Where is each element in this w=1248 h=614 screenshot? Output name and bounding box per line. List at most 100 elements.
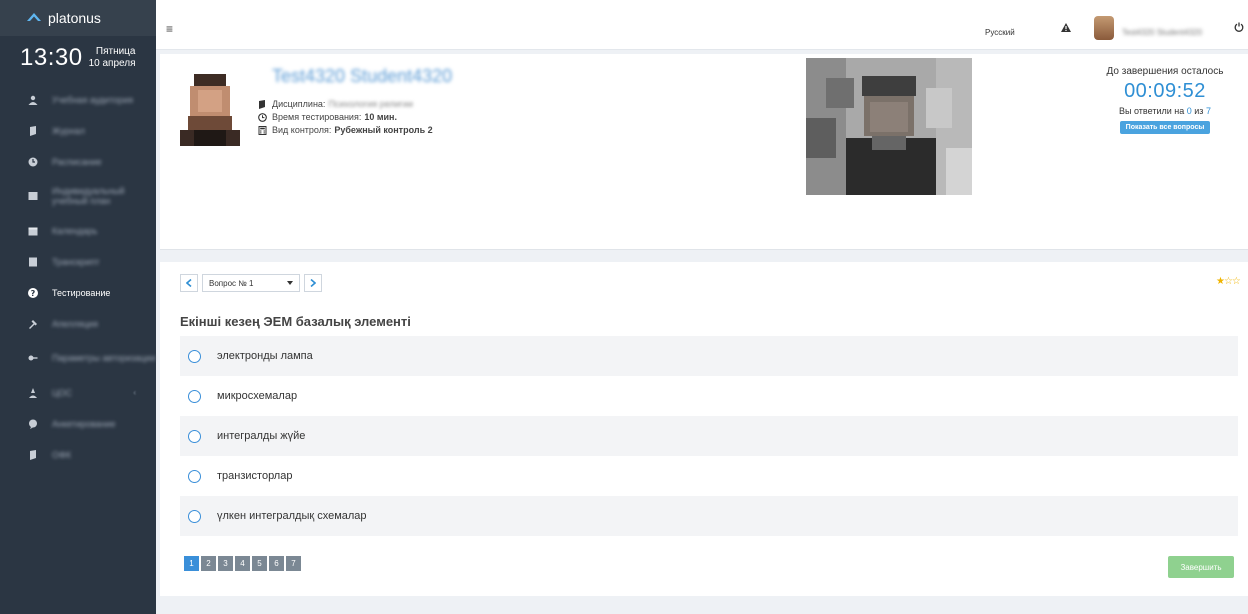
question-panel: Вопрос № 1 ★☆☆ Екінші кезең ЭЕМ базалық … bbox=[160, 262, 1248, 596]
control-type-row: Вид контроля: Рубежный контроль 2 bbox=[258, 124, 433, 137]
sidebar-item-ofk[interactable]: ОФК bbox=[0, 439, 156, 470]
brand-logo[interactable]: platonus bbox=[0, 0, 156, 36]
caret-down-icon bbox=[287, 281, 293, 285]
language-selector[interactable]: Русский bbox=[985, 28, 1015, 37]
clock-weekday: Пятница bbox=[95, 46, 136, 57]
page-button-6[interactable]: 6 bbox=[269, 556, 284, 571]
svg-text:?: ? bbox=[31, 289, 36, 298]
sidebar-item-transcript[interactable]: Транскрипт bbox=[0, 246, 156, 277]
finish-button[interactable]: Завершить bbox=[1168, 556, 1234, 578]
page-button-1[interactable]: 1 bbox=[184, 556, 199, 571]
question-select-value: Вопрос № 1 bbox=[209, 278, 254, 288]
discipline-label: Дисциплина: bbox=[272, 99, 326, 109]
sidebar-item-testing[interactable]: ? Тестирование bbox=[0, 277, 156, 308]
users-icon bbox=[28, 95, 38, 105]
answer-option[interactable]: электронды лампа bbox=[180, 336, 1238, 376]
file-icon bbox=[30, 449, 36, 460]
chevron-left-icon bbox=[186, 279, 192, 287]
answer-text: интегралды жүйе bbox=[217, 430, 306, 442]
answer-text: үлкен интегралдық схемалар bbox=[217, 510, 367, 522]
answered-prefix: Вы ответили на bbox=[1119, 106, 1185, 116]
test-time-value: 10 мин. bbox=[364, 112, 397, 122]
answer-option[interactable]: транзисторлар bbox=[180, 456, 1238, 496]
difficulty-stars: ★☆☆ bbox=[1216, 276, 1241, 287]
discipline-value: Психология религии bbox=[328, 99, 414, 109]
warning-icon[interactable] bbox=[1061, 23, 1071, 32]
top-bar: ≡ Русский Test4320 Student4320 bbox=[156, 0, 1248, 50]
user-avatar[interactable] bbox=[1094, 16, 1114, 40]
user-name[interactable]: Test4320 Student4320 bbox=[1122, 28, 1202, 37]
clock-day: 10 апреля bbox=[88, 58, 136, 69]
sidebar-item-dl[interactable]: ЦОС ‹ bbox=[0, 377, 156, 408]
user-icon bbox=[29, 387, 37, 398]
question-pager: 1 2 3 4 5 6 7 bbox=[184, 556, 303, 571]
sidebar: platonus 13:30 Пятница 10 апреля Учебная… bbox=[0, 0, 156, 614]
sidebar-nav: Учебная аудитория Журнал Расписание Инди… bbox=[0, 84, 156, 470]
answer-list: электронды лампа микросхемалар интегралд… bbox=[180, 336, 1238, 536]
show-all-questions-button[interactable]: Показать все вопросы bbox=[1119, 121, 1211, 134]
page-button-2[interactable]: 2 bbox=[201, 556, 216, 571]
discipline-row: Дисциплина: Психология религии bbox=[258, 98, 433, 111]
clock-date: Пятница 10 апреля bbox=[89, 46, 136, 70]
radio-button[interactable] bbox=[188, 509, 201, 523]
timer-panel: До завершения осталось 00:09:52 Вы ответ… bbox=[1090, 66, 1240, 134]
countdown-timer: 00:09:52 bbox=[1124, 80, 1206, 102]
page-button-4[interactable]: 4 bbox=[235, 556, 250, 571]
sidebar-item-survey[interactable]: Анкетирование bbox=[0, 408, 156, 439]
answered-sep: из bbox=[1194, 106, 1204, 116]
radio-button[interactable] bbox=[188, 429, 201, 443]
page-button-7[interactable]: 7 bbox=[286, 556, 301, 571]
answer-option[interactable]: үлкен интегралдық схемалар bbox=[180, 496, 1238, 536]
question-title: Екінші кезең ЭЕМ базалық элементі bbox=[180, 314, 411, 329]
answered-count: 0 bbox=[1186, 106, 1192, 116]
test-time-row: Время тестирования: 10 мин. bbox=[258, 111, 433, 124]
sidebar-item-calendar[interactable]: Календарь bbox=[0, 215, 156, 246]
radio-button[interactable] bbox=[188, 469, 201, 483]
sidebar-item-journal[interactable]: Журнал bbox=[0, 115, 156, 146]
clock-icon bbox=[28, 157, 38, 166]
calculator-icon bbox=[258, 126, 267, 135]
radio-button[interactable] bbox=[188, 389, 201, 403]
clock-time: 13:30 bbox=[20, 44, 83, 71]
sidebar-item-classroom[interactable]: Учебная аудитория bbox=[0, 84, 156, 115]
chevron-left-icon: ‹ bbox=[133, 388, 136, 397]
list-icon bbox=[28, 192, 38, 200]
logo-icon bbox=[27, 13, 41, 21]
clock-widget: 13:30 Пятница 10 апреля bbox=[0, 36, 156, 80]
menu-toggle-icon[interactable]: ≡ bbox=[166, 22, 173, 36]
sidebar-item-study-plan[interactable]: Индивидуальный учебный план bbox=[0, 177, 156, 215]
sidebar-item-schedule[interactable]: Расписание bbox=[0, 146, 156, 177]
sidebar-item-appeal[interactable]: Апелляция bbox=[0, 308, 156, 339]
chevron-right-icon bbox=[310, 279, 316, 287]
timer-label: До завершения осталось bbox=[1106, 66, 1224, 77]
power-icon[interactable] bbox=[1234, 22, 1244, 32]
document-icon bbox=[29, 257, 37, 266]
calendar-icon bbox=[28, 227, 38, 235]
answer-option[interactable]: микросхемалар bbox=[180, 376, 1238, 416]
clock-icon bbox=[258, 113, 267, 122]
sidebar-item-auth-settings[interactable]: Параметры авторизации bbox=[0, 339, 156, 377]
radio-button[interactable] bbox=[188, 349, 201, 363]
webcam-preview bbox=[806, 58, 972, 195]
control-type-value: Рубежный контроль 2 bbox=[334, 125, 433, 135]
book-icon bbox=[30, 125, 36, 136]
test-info-panel: Test4320 Student4320 Дисциплина: Психоло… bbox=[160, 54, 1248, 250]
answer-text: электронды лампа bbox=[217, 350, 313, 362]
previous-question-button[interactable] bbox=[180, 274, 198, 292]
book-icon bbox=[259, 100, 265, 109]
student-photo bbox=[180, 68, 240, 146]
answer-text: транзисторлар bbox=[217, 470, 293, 482]
next-question-button[interactable] bbox=[304, 274, 322, 292]
question-select[interactable]: Вопрос № 1 bbox=[202, 274, 300, 292]
control-type-label: Вид контроля: bbox=[272, 125, 332, 135]
test-details: Дисциплина: Психология религии Время тес… bbox=[258, 98, 433, 137]
page-button-3[interactable]: 3 bbox=[218, 556, 233, 571]
page-button-5[interactable]: 5 bbox=[252, 556, 267, 571]
answered-total: 7 bbox=[1205, 106, 1211, 116]
question-icon: ? bbox=[28, 287, 38, 298]
key-icon bbox=[28, 355, 38, 361]
student-name: Test4320 Student4320 bbox=[272, 66, 453, 86]
test-time-label: Время тестирования: bbox=[272, 112, 362, 122]
question-navigator: Вопрос № 1 bbox=[180, 274, 322, 292]
answer-option[interactable]: интегралды жүйе bbox=[180, 416, 1238, 456]
